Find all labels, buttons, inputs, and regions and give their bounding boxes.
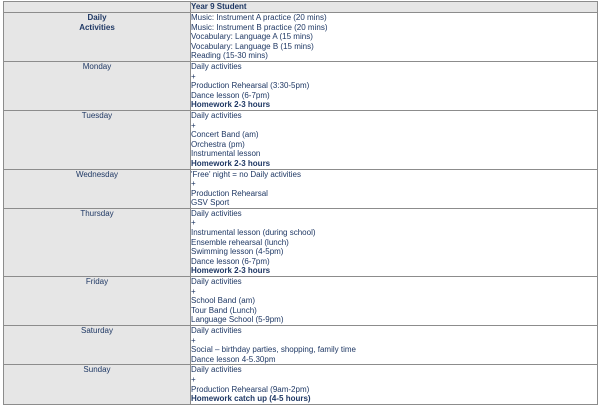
activity-line: Daily activities xyxy=(191,277,242,287)
day-activities: Daily activities + Production Rehearsal (9… xyxy=(190,364,598,405)
daily-activities-row: Daily Activities Music: Instrument A pra… xyxy=(3,12,598,62)
homework-line: Homework 2-3 hours xyxy=(191,266,271,276)
daily-activities-list: Music: Instrument A practice (20 mins) M… xyxy=(190,12,598,62)
header-row: Year 9 Student xyxy=(3,1,598,13)
activity-line: Instrumental lesson xyxy=(191,149,261,159)
homework-line: Homework catch up (4-5 hours) xyxy=(191,394,311,404)
day-activities: Daily activities + Concert Band (am) Orches… xyxy=(190,109,598,170)
activity-line: Daily activities xyxy=(191,110,242,120)
daily-label-line-2: Activities xyxy=(79,22,115,32)
activity-line: + xyxy=(191,335,196,345)
activity-line: Orchestra (pm) xyxy=(191,139,245,149)
daily-item: Reading (15-30 mins) xyxy=(191,51,268,61)
activity-line: Dance lesson 4-5.30pm xyxy=(191,354,276,364)
activity-line: + xyxy=(191,218,196,228)
activity-line: + xyxy=(191,179,196,189)
day-activities: Daily activities + Social – birthday parti… xyxy=(190,324,598,366)
activity-line: Ensemble rehearsal (lunch) xyxy=(191,237,289,247)
daily-item: Music: Instrument A practice (20 mins) xyxy=(191,13,327,22)
daily-label-line-1: Daily xyxy=(87,13,107,22)
activity-line: Language School (5-9pm) xyxy=(191,315,284,325)
day-row-monday: Monday Daily activities + Production Rehear… xyxy=(3,60,598,111)
activity-line: Concert Band (am) xyxy=(191,130,259,140)
activity-line: Social – birthday parties, shopping, fam… xyxy=(191,345,356,355)
activity-line: Production Rehearsal (9am-2pm) xyxy=(191,384,310,394)
day-row-tuesday: Tuesday Daily activities + Concert Band (am… xyxy=(3,109,598,170)
day-activities: 'Free' night = no Daily activities + Produ… xyxy=(190,168,598,209)
activity-line: 'Free' night = no Daily activities xyxy=(191,169,301,179)
daily-activities-label: Daily Activities xyxy=(3,12,191,62)
activity-line: Production Rehearsal (3:30-5pm) xyxy=(191,81,310,91)
activity-line: Dance lesson (6-7pm) xyxy=(191,90,270,100)
day-activities: Daily activities + School Band (am) Tour Ba… xyxy=(190,276,598,326)
daily-item: Vocabulary: Language B (15 mins) xyxy=(191,41,314,51)
header-blank-cell xyxy=(3,1,191,13)
activity-line: + xyxy=(191,374,196,384)
day-row-thursday: Thursday Daily activities + Instrumental le… xyxy=(3,207,598,278)
day-row-saturday: Saturday Daily activities + Social – birthd… xyxy=(3,324,598,366)
activity-line: Daily activities xyxy=(191,326,242,335)
activity-line: Instrumental lesson (during school) xyxy=(191,228,316,238)
activity-line: Dance lesson (6-7pm) xyxy=(191,256,270,266)
day-name: Saturday xyxy=(3,324,191,366)
activity-line: + xyxy=(191,71,196,81)
day-activities: Daily activities + Production Rehearsal (3… xyxy=(190,60,598,111)
day-row-sunday: Sunday Daily activities + Production Rehear… xyxy=(3,364,598,405)
daily-item: Vocabulary: Language A (15 mins) xyxy=(191,32,313,42)
activity-line: Production Rehearsal xyxy=(191,188,268,198)
day-name: Wednesday xyxy=(3,168,191,209)
activity-line: + xyxy=(191,120,196,130)
student-title: Year 9 Student xyxy=(190,1,598,13)
activity-line: School Band (am) xyxy=(191,296,256,306)
day-name: Tuesday xyxy=(3,109,191,170)
homework-line: Homework 2-3 hours xyxy=(191,100,271,110)
schedule-body: Year 9 Student Daily Activities Music: I… xyxy=(3,1,598,405)
schedule-table: Year 9 Student Daily Activities Music: I… xyxy=(3,1,598,405)
day-row-friday: Friday Daily activities + School Band (am) T… xyxy=(3,276,598,326)
day-row-wednesday: Wednesday 'Free' night = no Daily activit… xyxy=(3,168,598,209)
activity-line: GSV Sport xyxy=(191,198,230,208)
activity-line: + xyxy=(191,286,196,296)
day-name: Monday xyxy=(3,60,191,111)
activity-line: Daily activities xyxy=(191,365,242,375)
day-name: Thursday xyxy=(3,207,191,278)
daily-item: Music: Instrument B practice (20 mins) xyxy=(191,22,328,32)
homework-line: Homework 2-3 hours xyxy=(191,158,271,168)
day-activities: Daily activities + Instrumental lesson (du… xyxy=(190,207,598,278)
day-name: Sunday xyxy=(3,364,191,405)
activity-line: Daily activities xyxy=(191,61,242,71)
activity-line: Swimming lesson (4-5pm) xyxy=(191,247,284,257)
activity-line: Tour Band (Lunch) xyxy=(191,305,257,315)
activity-line: Daily activities xyxy=(191,208,242,218)
day-name: Friday xyxy=(3,276,191,326)
